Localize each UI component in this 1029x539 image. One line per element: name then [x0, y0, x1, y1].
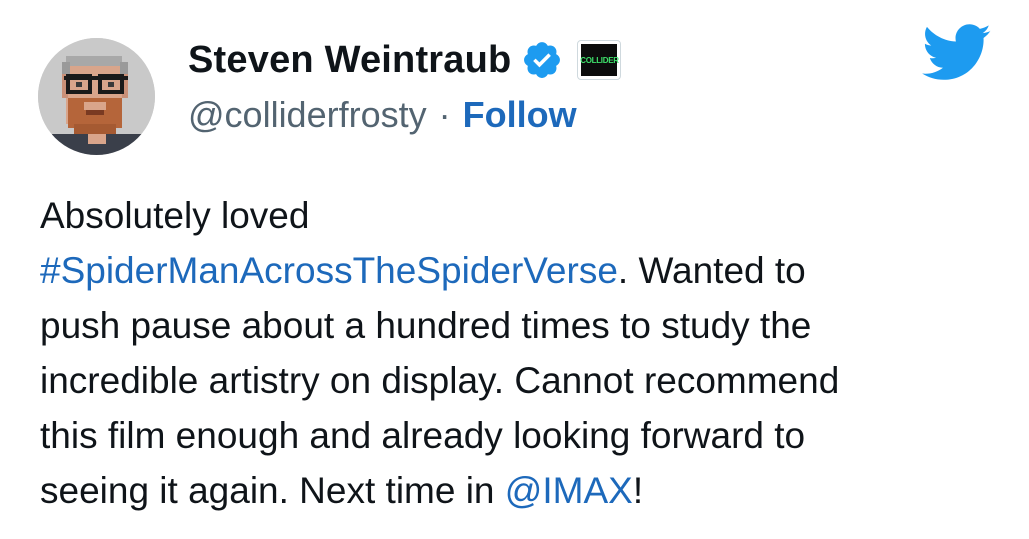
collider-affiliate-badge-icon: COLLIDER	[580, 44, 619, 76]
tweet-line: seeing it again. Next time in @IMAX!	[40, 463, 1000, 518]
twitter-bird-icon[interactable]	[922, 24, 992, 82]
author-handle[interactable]: @colliderfrosty	[188, 94, 427, 136]
dot-separator: ·	[438, 94, 451, 135]
avatar[interactable]	[38, 38, 155, 155]
follow-button[interactable]: Follow	[463, 94, 577, 136]
tweet-line: this film enough and already looking for…	[40, 415, 806, 456]
tweet-card: Steven Weintraub COLLIDER @colliderfrost…	[0, 0, 1029, 539]
tweet-text-fragment: seeing it again. Next time in	[40, 470, 505, 511]
tweet-line: push pause about a hundred times to stud…	[40, 305, 812, 346]
pixel-art-avatar-icon	[38, 38, 155, 155]
author-name-row: Steven Weintraub COLLIDER	[188, 30, 622, 90]
tweet-text: Absolutely loved #SpiderManAcrossTheSpid…	[40, 188, 1000, 518]
tweet-line: Absolutely loved	[40, 195, 310, 236]
hashtag-link[interactable]: #SpiderManAcrossTheSpiderVerse	[40, 250, 618, 291]
affiliation-badge[interactable]: COLLIDER	[577, 40, 622, 80]
verified-badge-icon	[524, 42, 561, 78]
tweet-line: incredible artistry on display. Cannot r…	[40, 360, 840, 401]
author-display-name[interactable]: Steven Weintraub	[188, 39, 511, 82]
tweet-text-fragment: !	[632, 470, 644, 511]
author-handle-row: @colliderfrosty · Follow	[188, 90, 577, 140]
tweet-text-fragment: . Wanted to	[617, 250, 806, 291]
tweet-line: #SpiderManAcrossTheSpiderVerse. Wanted t…	[40, 243, 1000, 298]
mention-link[interactable]: @IMAX	[505, 470, 633, 511]
